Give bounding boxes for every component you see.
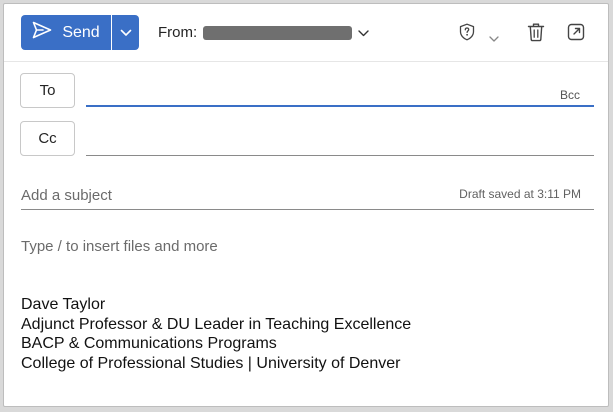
cc-field[interactable] [86,155,594,156]
draft-status: Draft saved at 3:11 PM [459,187,581,201]
chevron-down-icon [120,24,132,42]
send-icon [32,21,52,44]
compose-toolbar: Send From: [4,4,608,62]
send-button-group: Send [21,15,139,50]
from-selector[interactable]: From: [158,24,369,41]
pop-out-icon[interactable] [567,23,585,46]
compose-window: Send From: To Bcc Cc Add a subject Draft… [3,3,609,407]
signature-line: College of Professional Studies | Univer… [21,354,401,372]
bcc-button[interactable]: Bcc [560,88,580,102]
chevron-down-icon[interactable] [489,29,499,47]
cc-button[interactable]: Cc [20,121,75,156]
subject-input[interactable] [21,184,421,206]
shield-question-icon[interactable] [459,23,475,46]
message-body[interactable]: Type / to insert files and more [21,238,218,255]
trash-icon[interactable] [527,22,545,47]
to-field[interactable] [86,105,594,107]
to-label: To [39,82,56,99]
subject-underline [21,209,594,210]
signature-line: Dave Taylor [21,296,106,313]
send-button[interactable]: Send [21,15,111,50]
signature: Dave Taylor Adjunct Professor & DU Leade… [21,295,411,373]
chevron-down-icon [358,24,369,41]
signature-line: BACP & Communications Programs [21,335,277,352]
from-address-redacted [203,25,353,40]
to-button[interactable]: To [20,73,75,108]
from-label: From: [158,24,198,41]
send-label: Send [62,23,100,41]
signature-line: Adjunct Professor & DU Leader in Teachin… [21,315,412,333]
cc-label: Cc [38,130,57,147]
send-options-button[interactable] [112,15,139,50]
